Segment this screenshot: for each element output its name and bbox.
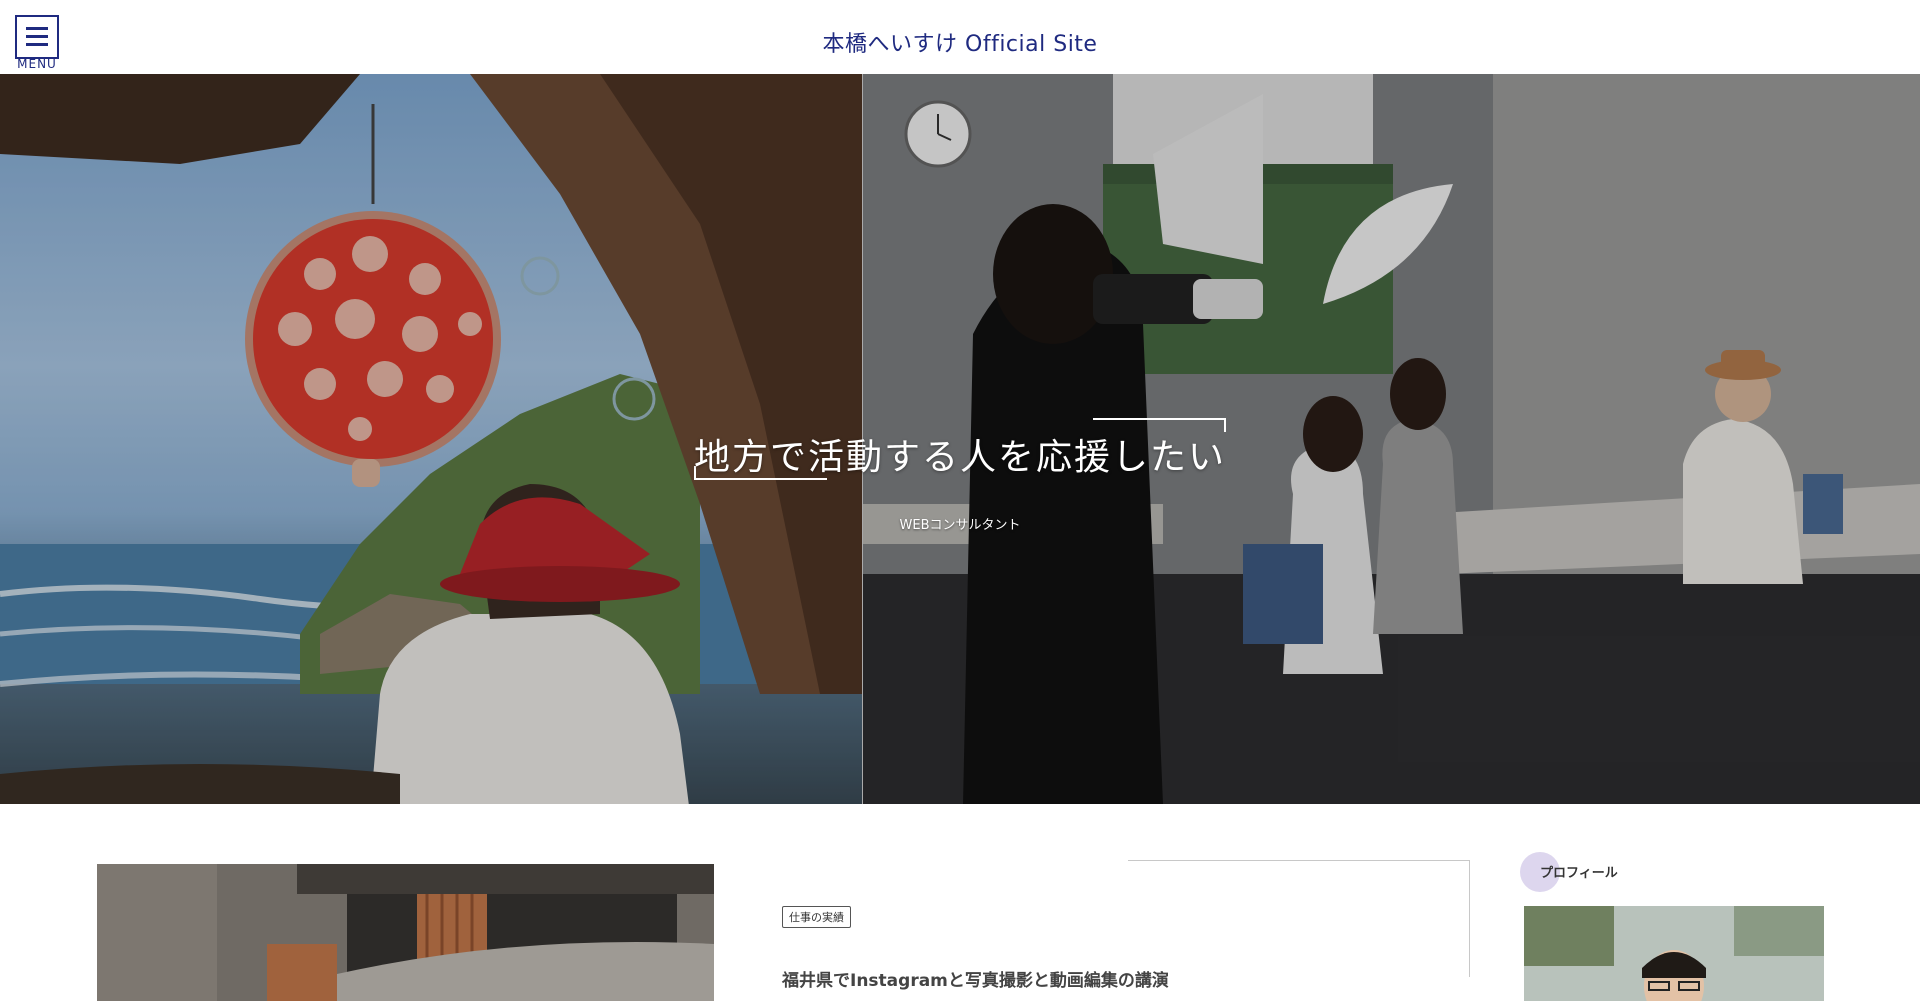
sidebar: プロフィール [1520, 850, 1830, 1001]
profile-heading: プロフィール [1540, 866, 1618, 881]
hero-headline: 地方で活動する人を応援したい [693, 437, 1226, 478]
post-thumbnail[interactable] [97, 864, 714, 1001]
menu-label[interactable]: MENU [15, 57, 59, 71]
wooden-building-photo [97, 864, 714, 1001]
post-card[interactable]: 仕事の実績 福井県でInstagramと写真撮影と動画編集の講演 [760, 860, 1470, 1001]
profile-portrait [1524, 906, 1824, 1001]
hero-subtitle: WEBコンサルタント [899, 518, 1021, 533]
post-title[interactable]: 福井県でInstagramと写真撮影と動画編集の講演 [782, 966, 1169, 991]
profile-photo [1524, 906, 1824, 1001]
category-badge[interactable]: 仕事の実績 [782, 906, 851, 928]
hero-section: 地方で活動する人を応援したい WEBコンサルタント [0, 74, 1920, 804]
site-header: MENU 本橋へいすけ Official Site [0, 0, 1920, 74]
post-card-frame [1128, 860, 1470, 977]
site-title-link[interactable]: 本橋へいすけ Official Site [0, 26, 1920, 58]
